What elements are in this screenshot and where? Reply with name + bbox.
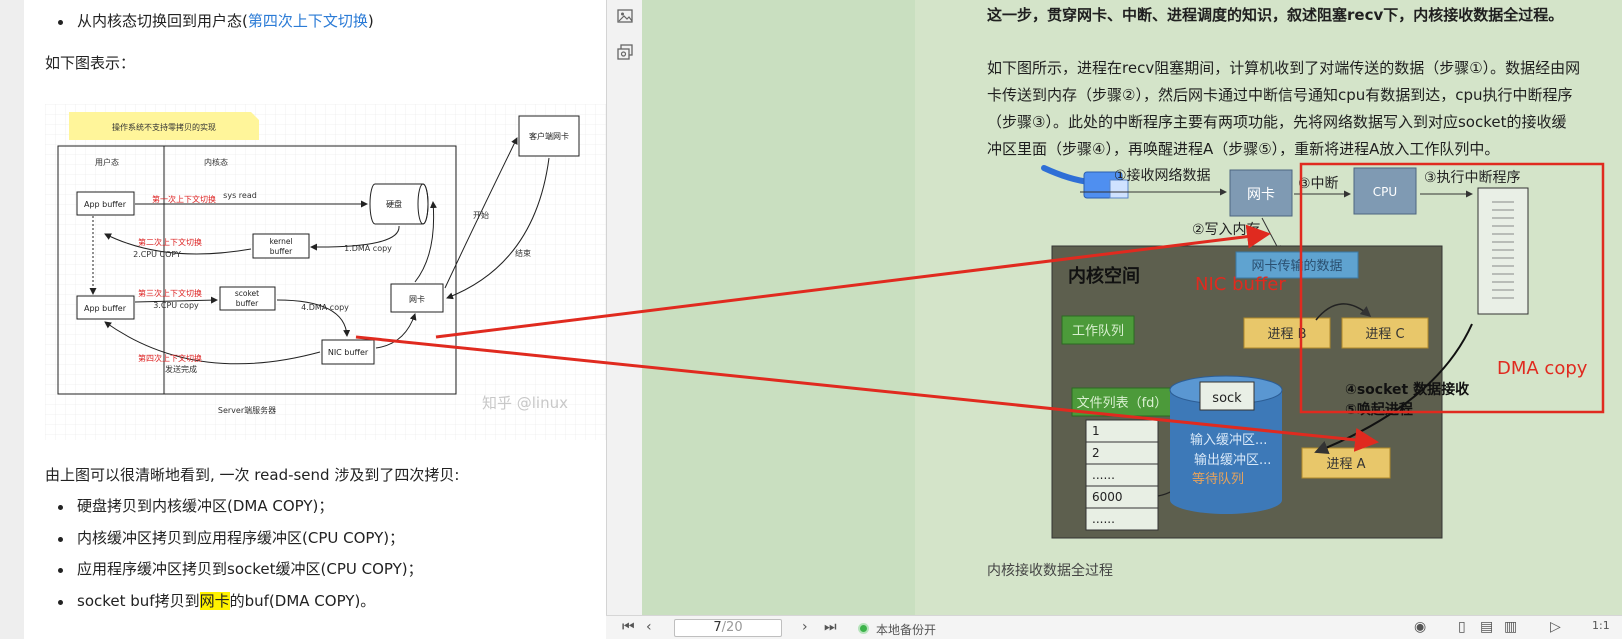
cpu-copy-3-label: 3.CPU copy [153, 301, 199, 310]
article-pane: 从内核态切换回到用户态(第四次上下文切换) 如下图表示： 操作系统不支持零拷贝的… [0, 0, 606, 639]
process-a-label: 进程 A [1326, 457, 1365, 472]
two-page-icon[interactable]: ▥ [1504, 619, 1517, 635]
bullet-text: 从内核态切换回到用户态( [77, 12, 248, 30]
watermark: 知乎 @linux [482, 394, 568, 412]
left-gutter [0, 0, 24, 639]
summary-text: 由上图可以很清晰地看到, 一次 read-send 涉及到了四次拷贝: [45, 466, 460, 484]
screenshot-icon[interactable] [616, 44, 634, 60]
copy-item: 应用程序缓冲区拷贝到socket缓冲区(CPU COPY)； [77, 560, 423, 578]
fd-row: 1 [1092, 424, 1100, 438]
last-page-icon[interactable]: ⏭ [824, 619, 837, 635]
prev-page-icon[interactable]: ‹ [646, 619, 652, 635]
client-nic-label: 客户端网卡 [529, 131, 569, 141]
step4-label: ④socket 数据接收 [1345, 381, 1470, 398]
copy-item-text: socket buf拷贝到 [77, 592, 200, 610]
kernel-buffer-label-2: buffer [270, 247, 293, 256]
ctx-switch-1-label: 第一次上下文切换 [152, 194, 216, 204]
user-mode-label: 用户态 [95, 157, 119, 167]
first-page-icon[interactable]: ⏮ [622, 619, 635, 635]
document-icon[interactable]: ▤ [1480, 619, 1493, 635]
actual-size-icon[interactable]: 1:1 [1592, 619, 1610, 632]
output-buffer-label: 输出缓冲区... [1194, 452, 1271, 468]
figure-intro: 如下图表示： [45, 54, 136, 72]
reader-bottom-toolbar: ⏮ ‹ 7/20 › ⏭ 本地备份开 ◉ ▯ ▤ ▥ ▷ 1:1 [606, 615, 1622, 639]
bullet-text-suffix: ) [367, 12, 374, 30]
image-icon[interactable] [616, 8, 634, 24]
step3-irq-label: ③中断 [1298, 176, 1339, 192]
socket-buffer-label-2: buffer [236, 299, 259, 308]
process-b-label: 进程 B [1267, 327, 1306, 342]
sys-read-label: sys read [223, 191, 257, 200]
ctx-switch-3-label: 第三次上下文切换 [138, 288, 202, 298]
cpu-copy-2-label: 2.CPU COPY [133, 250, 181, 259]
bullet-context-switch-4: 从内核态切换回到用户态(第四次上下文切换) [77, 10, 374, 31]
single-page-icon[interactable]: ▯ [1458, 619, 1466, 635]
reader-heading-line: 这一步，贯穿网卡、中断、进程调度的知识，叙述阻塞recv下，内核接收数据全过程。 [987, 6, 1564, 24]
bullet-dot [58, 600, 63, 605]
fd-row: ...... [1092, 468, 1115, 482]
backup-status-icon [858, 623, 869, 634]
kernel-mode-label: 内核态 [204, 157, 228, 167]
fd-row: 6000 [1092, 490, 1123, 504]
ctx-switch-2-label: 第二次上下文切换 [138, 237, 202, 247]
next-page-icon[interactable]: › [802, 619, 808, 635]
cpu-label: CPU [1373, 185, 1397, 199]
ctx-switch-4-label: 第四次上下文切换 [138, 353, 202, 363]
sock-label: sock [1212, 391, 1242, 406]
wait-queue-label: 等待队列 [1192, 471, 1244, 487]
nic-buffer-label: NIC buffer [328, 348, 369, 357]
step2-label: ②写入内存 [1192, 222, 1261, 238]
bullet-dot [58, 505, 63, 510]
bullet-dot [58, 568, 63, 573]
start-label: 开始 [473, 210, 489, 220]
socket-buffer-label: scoket [235, 289, 259, 298]
eye-icon[interactable]: ◉ [1414, 619, 1426, 635]
figure-caption: 内核接收数据全过程 [987, 563, 1113, 579]
copy-item-suffix: 的buf(DMA COPY)。 [229, 592, 376, 610]
reader-para-line: 冲区里面（步骤④），再唤醒进程A（步骤⑤），重新将进程A放入工作队列中。 [987, 140, 1500, 158]
reader-para-line: 如下图所示，进程在recv阻塞期间，计算机收到了对端传送的数据（步骤①）。数据经… [987, 59, 1581, 77]
dma-copy-1-label: 1.DMA copy [344, 244, 392, 253]
end-label: 结束 [515, 248, 531, 258]
copy-item: 硬盘拷贝到内核缓冲区(DMA COPY)； [77, 497, 334, 515]
backup-status-text: 本地备份开 [876, 623, 937, 637]
server-label: Server端服务器 [218, 405, 276, 415]
work-queue-label: 工作队列 [1072, 324, 1124, 339]
kernel-receive-diagram: ①接收网络数据 网卡 ③中断 CPU ③执行中断程序 ②写入内存 内核空间 网卡… [1041, 165, 1529, 539]
step5-label: ⑤唤起进程 [1345, 401, 1413, 418]
context-switch-link[interactable]: 第四次上下文切换 [248, 12, 368, 30]
bullet-dot [58, 537, 63, 542]
page-current: 7 [713, 620, 722, 635]
fd-row: ...... [1092, 512, 1115, 526]
highlighted-text: 网卡 [199, 592, 230, 610]
app-buffer-label: App buffer [84, 200, 127, 209]
input-buffer-label: 输入缓冲区... [1190, 432, 1267, 448]
reader-para-line: （步骤③）。此处的中断程序主要有两项功能，先将网络数据写入到对应socket的接… [987, 113, 1567, 131]
bullet-dot [58, 20, 63, 25]
disk-label: 硬盘 [386, 199, 402, 209]
zero-copy-diagram: 操作系统不支持零拷贝的实现 用户态 内核态 App buffer App buf… [45, 104, 606, 440]
nic-data-label: 网卡传输的数据 [1251, 258, 1342, 274]
interrupt-program-box [1477, 187, 1529, 315]
process-c-label: 进程 C [1365, 327, 1404, 342]
screen: 从内核态切换回到用户态(第四次上下文切换) 如下图表示： 操作系统不支持零拷贝的… [0, 0, 1622, 639]
reader-para-line: 卡传送到内存（步骤②），然后网卡通过中断信号通知cpu有数据到达，cpu执行中断… [987, 86, 1573, 104]
fd-list-label: 文件列表（fd） [1077, 396, 1168, 411]
copy-item-last: socket buf拷贝到网卡的buf(DMA COPY)。 [77, 590, 375, 611]
reader-toolstrip [606, 0, 642, 615]
send-done-label: 发送完成 [165, 364, 197, 374]
app-buffer-label: App buffer [84, 304, 127, 313]
page-total: /20 [721, 620, 743, 635]
play-icon[interactable]: ▷ [1550, 619, 1561, 635]
copy-item: 内核缓冲区拷贝到应用程序缓冲区(CPU COPY)； [77, 529, 405, 547]
kernel-space-label: 内核空间 [1068, 265, 1140, 287]
page-number-input[interactable]: 7/20 [674, 619, 782, 637]
nic-label: 网卡 [409, 294, 425, 304]
kernel-buffer-label: kernel [269, 237, 292, 246]
step1-label: ①接收网络数据 [1114, 167, 1211, 184]
fd-row: 2 [1092, 446, 1100, 460]
note-text: 操作系统不支持零拷贝的实现 [112, 122, 216, 132]
nic-label: 网卡 [1247, 187, 1275, 203]
step3-exec-label: ③执行中断程序 [1424, 170, 1521, 186]
